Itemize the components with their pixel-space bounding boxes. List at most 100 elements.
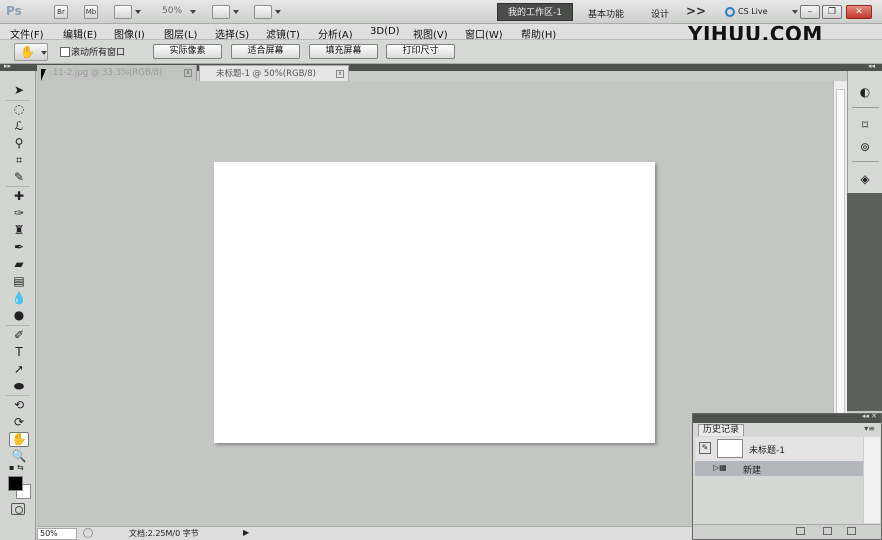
- path-selection-tool-icon[interactable]: ➚: [9, 362, 29, 377]
- foreground-color-swatch[interactable]: [8, 476, 23, 491]
- close-button[interactable]: ✕: [846, 5, 872, 19]
- view-extras-button[interactable]: [114, 5, 132, 19]
- crop-tool-icon[interactable]: ⌗: [9, 153, 29, 168]
- eraser-tool-icon[interactable]: ▰: [9, 257, 29, 272]
- menu-file[interactable]: 文件(F): [10, 26, 44, 41]
- collapse-dock-icon[interactable]: ◂◂: [868, 62, 875, 70]
- panel-menu-icon[interactable]: ▾≡: [864, 424, 875, 433]
- zoom-chevron-down-icon[interactable]: [190, 10, 196, 14]
- history-snapshot[interactable]: ✎ 未标题-1: [695, 437, 863, 461]
- cs-live-label: CS Live: [738, 7, 768, 16]
- menu-filter[interactable]: 滤镜(T): [266, 26, 300, 41]
- history-state-row[interactable]: ▷▦ 新建: [695, 461, 863, 476]
- hand-tool-icon[interactable]: ✋: [9, 432, 29, 447]
- menu-analysis[interactable]: 分析(A): [318, 26, 353, 41]
- arrange-chevron-down-icon[interactable]: [233, 10, 239, 14]
- navigator-panel-icon[interactable]: ◐: [855, 83, 875, 101]
- pen-tool-icon[interactable]: ✐: [9, 328, 29, 343]
- healing-brush-tool-icon[interactable]: ✚: [9, 189, 29, 204]
- tab-document-1[interactable]: 11-2.jpg @ 33.3%(RGB/8) x: [37, 65, 197, 81]
- menu-help[interactable]: 帮助(H): [521, 26, 556, 41]
- status-menu-arrow-icon[interactable]: ▶: [243, 528, 249, 537]
- close-tab-icon[interactable]: x: [336, 70, 344, 78]
- menu-layer[interactable]: 图层(L): [164, 26, 197, 41]
- history-brush-source-icon[interactable]: ✎: [699, 442, 711, 454]
- dodge-tool-icon[interactable]: ●: [9, 308, 29, 323]
- brush-tool-icon[interactable]: ✑: [9, 206, 29, 221]
- workspace-basic-button[interactable]: 基本功能: [588, 7, 624, 20]
- shape-tool-icon[interactable]: ⬬: [9, 379, 29, 394]
- cs-live-chevron-down-icon[interactable]: [792, 10, 798, 14]
- quick-mask-icon[interactable]: [11, 503, 25, 515]
- actual-pixels-button[interactable]: 实际像素: [153, 44, 222, 59]
- 3d-rotate-tool-icon[interactable]: ⟲: [9, 398, 29, 413]
- zoom-level-dropdown[interactable]: 50%: [162, 6, 182, 16]
- marquee-tool-icon[interactable]: ◌: [9, 102, 29, 117]
- cs-live-icon: [725, 7, 735, 17]
- document-size-info: 文档:2.25M/0 字节: [129, 529, 199, 538]
- type-tool-icon[interactable]: T: [9, 345, 29, 360]
- mini-bridge-button[interactable]: Mb: [84, 5, 98, 19]
- tab-history[interactable]: 历史记录: [698, 424, 744, 436]
- zoom-tool-icon[interactable]: 🔍: [9, 449, 29, 464]
- screen-mode-chevron-down-icon[interactable]: [275, 10, 281, 14]
- quick-selection-tool-icon[interactable]: ⚲: [9, 136, 29, 151]
- history-brush-tool-icon[interactable]: ✒: [9, 240, 29, 255]
- document-tab-bar: 11-2.jpg @ 33.3%(RGB/8) x 未标题-1 @ 50%(RG…: [37, 64, 847, 81]
- tool-preset-picker[interactable]: ✋: [14, 43, 48, 61]
- move-tool-icon[interactable]: ➤: [9, 83, 29, 98]
- snapshot-thumbnail: [717, 439, 743, 458]
- view-extras-chevron-down-icon[interactable]: [135, 10, 141, 14]
- mouse-cursor-icon: [41, 69, 46, 81]
- transform-panel-icon[interactable]: ⌑: [855, 116, 875, 134]
- menu-window[interactable]: 窗口(W): [465, 26, 503, 41]
- menu-select[interactable]: 选择(S): [215, 26, 249, 41]
- workspace-design-button[interactable]: 设计: [651, 7, 669, 20]
- tool-divider: [6, 325, 30, 326]
- history-panel-header[interactable]: ◂◂ ✕: [693, 412, 881, 423]
- scroll-all-windows-checkbox[interactable]: 滚动所有窗口: [60, 45, 125, 58]
- workspace-active-button[interactable]: 我的工作区-1: [497, 3, 573, 21]
- history-state-name: 新建: [743, 466, 762, 476]
- eyedropper-tool-icon[interactable]: ✎: [9, 170, 29, 185]
- blur-tool-icon[interactable]: 💧: [9, 291, 29, 306]
- new-document-from-state-icon[interactable]: [796, 527, 805, 535]
- masks-panel-icon[interactable]: ⊚: [855, 138, 875, 156]
- default-colors-icon[interactable]: ▪ ⇆: [9, 463, 24, 472]
- clone-stamp-tool-icon[interactable]: ♜: [9, 223, 29, 238]
- lasso-tool-icon[interactable]: ℒ: [9, 119, 29, 134]
- expand-tools-icon[interactable]: ▸▸: [4, 62, 11, 70]
- layers-panel-icon[interactable]: ◈: [855, 170, 875, 188]
- menu-image[interactable]: 图像(I): [114, 26, 145, 41]
- document-canvas[interactable]: [214, 162, 655, 443]
- gradient-tool-icon[interactable]: ▤: [9, 274, 29, 289]
- tab-document-2[interactable]: 未标题-1 @ 50%(RGB/8) x: [199, 65, 349, 81]
- print-size-button[interactable]: 打印尺寸: [386, 44, 455, 59]
- hand-icon: ✋: [20, 45, 35, 59]
- dock-divider: [852, 107, 879, 108]
- panel-collapse-icon[interactable]: ◂◂ ✕: [862, 412, 877, 420]
- more-workspaces-button[interactable]: >>: [686, 4, 706, 18]
- 3d-orbit-tool-icon[interactable]: ⟳: [9, 415, 29, 430]
- menu-3d[interactable]: 3D(D): [370, 26, 400, 37]
- menu-edit[interactable]: 编辑(E): [63, 26, 97, 41]
- history-scrollbar[interactable]: [863, 437, 880, 523]
- delete-state-icon[interactable]: [847, 527, 856, 535]
- dock-divider: [852, 161, 879, 162]
- menu-view[interactable]: 视图(V): [413, 26, 448, 41]
- close-tab-icon[interactable]: x: [184, 69, 192, 77]
- fit-screen-button[interactable]: 适合屏幕: [231, 44, 300, 59]
- tool-divider: [6, 100, 30, 101]
- fill-screen-button[interactable]: 填充屏幕: [309, 44, 378, 59]
- bridge-button[interactable]: Br: [54, 5, 68, 19]
- minimize-button[interactable]: –: [800, 5, 820, 19]
- restore-button[interactable]: ❐: [822, 5, 842, 19]
- options-bar: ✋ 滚动所有窗口 实际像素 适合屏幕 填充屏幕 打印尺寸: [0, 40, 882, 64]
- tool-divider: [6, 395, 30, 396]
- status-info-icon[interactable]: [83, 528, 93, 538]
- screen-mode-button[interactable]: [254, 5, 272, 19]
- cs-live-button[interactable]: CS Live: [724, 4, 790, 20]
- create-snapshot-icon[interactable]: [823, 527, 832, 535]
- zoom-field[interactable]: 50%: [37, 528, 77, 540]
- arrange-documents-button[interactable]: [212, 5, 230, 19]
